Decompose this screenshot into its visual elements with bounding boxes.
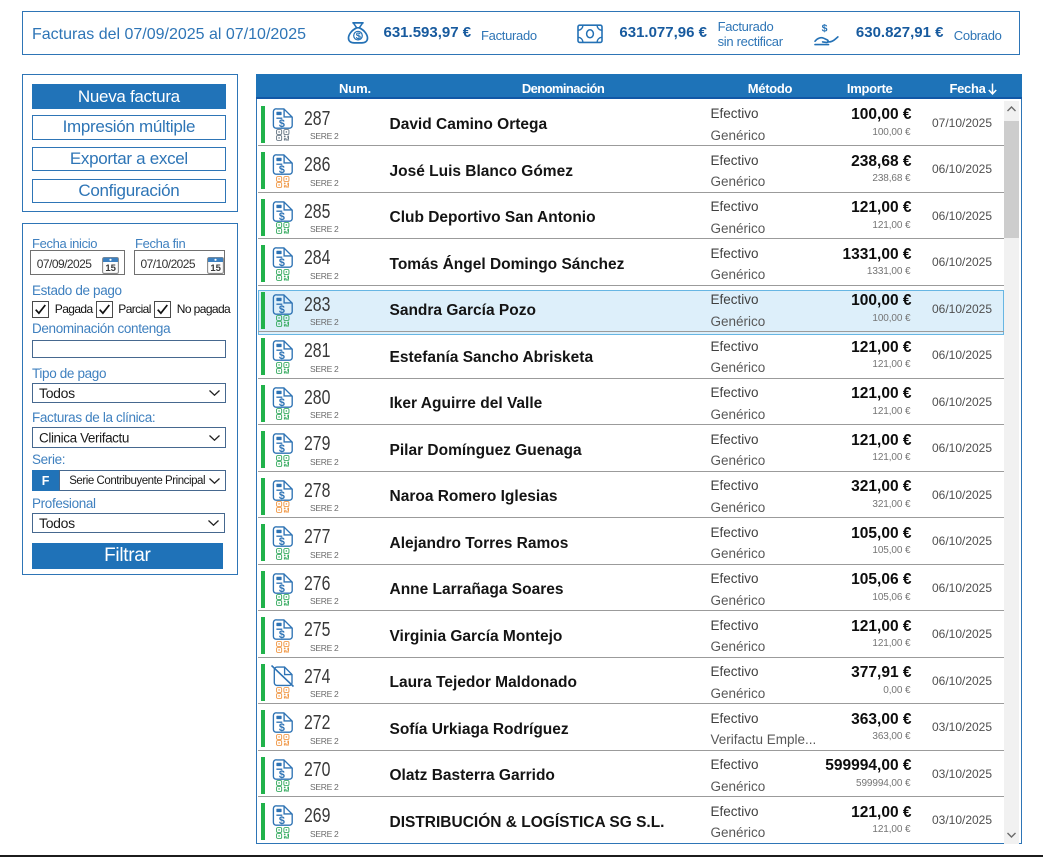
svg-text:$: $ bbox=[279, 211, 285, 223]
svg-text:$: $ bbox=[279, 815, 285, 827]
svg-text:$: $ bbox=[279, 490, 285, 502]
svg-text:$: $ bbox=[279, 257, 285, 269]
svg-text:$: $ bbox=[279, 769, 285, 781]
svg-text:$: $ bbox=[356, 31, 361, 41]
svg-text:$: $ bbox=[279, 304, 285, 316]
svg-text:15: 15 bbox=[210, 262, 221, 273]
svg-text:15: 15 bbox=[105, 262, 116, 273]
svg-text:$: $ bbox=[279, 536, 285, 548]
svg-text:$: $ bbox=[821, 22, 827, 34]
svg-text:$: $ bbox=[279, 164, 285, 176]
svg-text:$: $ bbox=[279, 629, 285, 641]
svg-text:$: $ bbox=[279, 722, 285, 734]
svg-text:$: $ bbox=[279, 118, 285, 130]
svg-text:$: $ bbox=[279, 443, 285, 455]
svg-text:$: $ bbox=[279, 583, 285, 595]
svg-text:$: $ bbox=[279, 350, 285, 362]
svg-text:$: $ bbox=[279, 397, 285, 409]
